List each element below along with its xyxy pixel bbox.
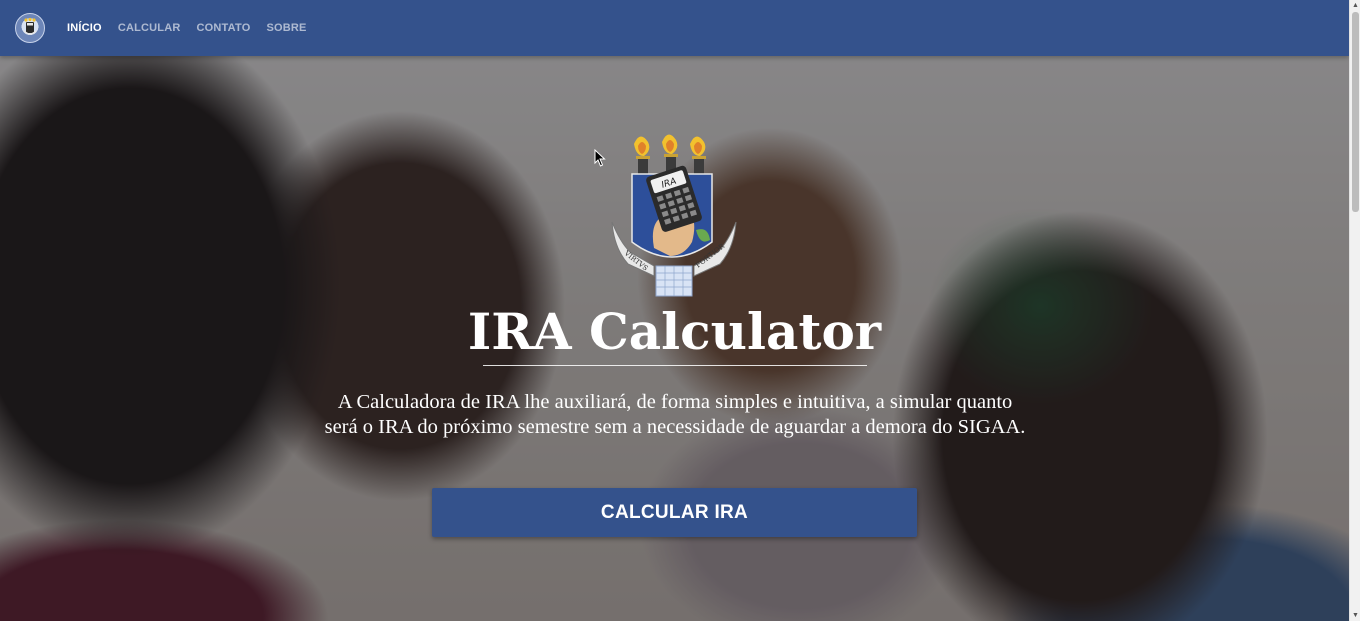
torch-icon xyxy=(634,136,650,174)
hero-section: IRA VIRTVS FORTIOR IRA Calculator A Calc… xyxy=(0,56,1349,621)
page-scrollbar[interactable]: ▲ ▼ xyxy=(1349,0,1360,621)
nav-link-contato[interactable]: CONTATO xyxy=(197,22,251,34)
hero-title: IRA Calculator xyxy=(467,302,882,361)
nav-link-inicio[interactable]: INÍCIO xyxy=(67,22,102,34)
scrollbar-thumb[interactable] xyxy=(1352,12,1359,212)
scroll-up-arrow-icon[interactable]: ▲ xyxy=(1350,0,1360,11)
nav-link-sobre[interactable]: SOBRE xyxy=(266,22,306,34)
navbar: INÍCIO CALCULAR CONTATO SOBRE xyxy=(0,0,1349,56)
nav-links: INÍCIO CALCULAR CONTATO SOBRE xyxy=(67,22,307,34)
mouse-cursor-icon xyxy=(594,149,606,167)
torch-icon xyxy=(690,136,706,174)
nav-link-calcular[interactable]: CALCULAR xyxy=(118,22,181,34)
hero-description-line-1: A Calculadora de IRA lhe auxiliará, de f… xyxy=(337,391,1013,413)
hero-description-line-2: será o IRA do próximo semestre sem a nec… xyxy=(324,416,1026,438)
logo-icon[interactable] xyxy=(15,13,45,43)
hero-content: IRA VIRTVS FORTIOR IRA Calculator A Calc… xyxy=(0,56,1349,621)
title-underline xyxy=(483,365,867,366)
hero-description: A Calculadora de IRA lhe auxiliará, de f… xyxy=(250,390,1100,440)
scroll-down-arrow-icon[interactable]: ▼ xyxy=(1350,610,1360,621)
ira-emblem-icon: IRA VIRTVS FORTIOR xyxy=(611,134,737,297)
calcular-ira-button[interactable]: CALCULAR IRA xyxy=(432,488,917,537)
torch-icon xyxy=(662,134,678,172)
